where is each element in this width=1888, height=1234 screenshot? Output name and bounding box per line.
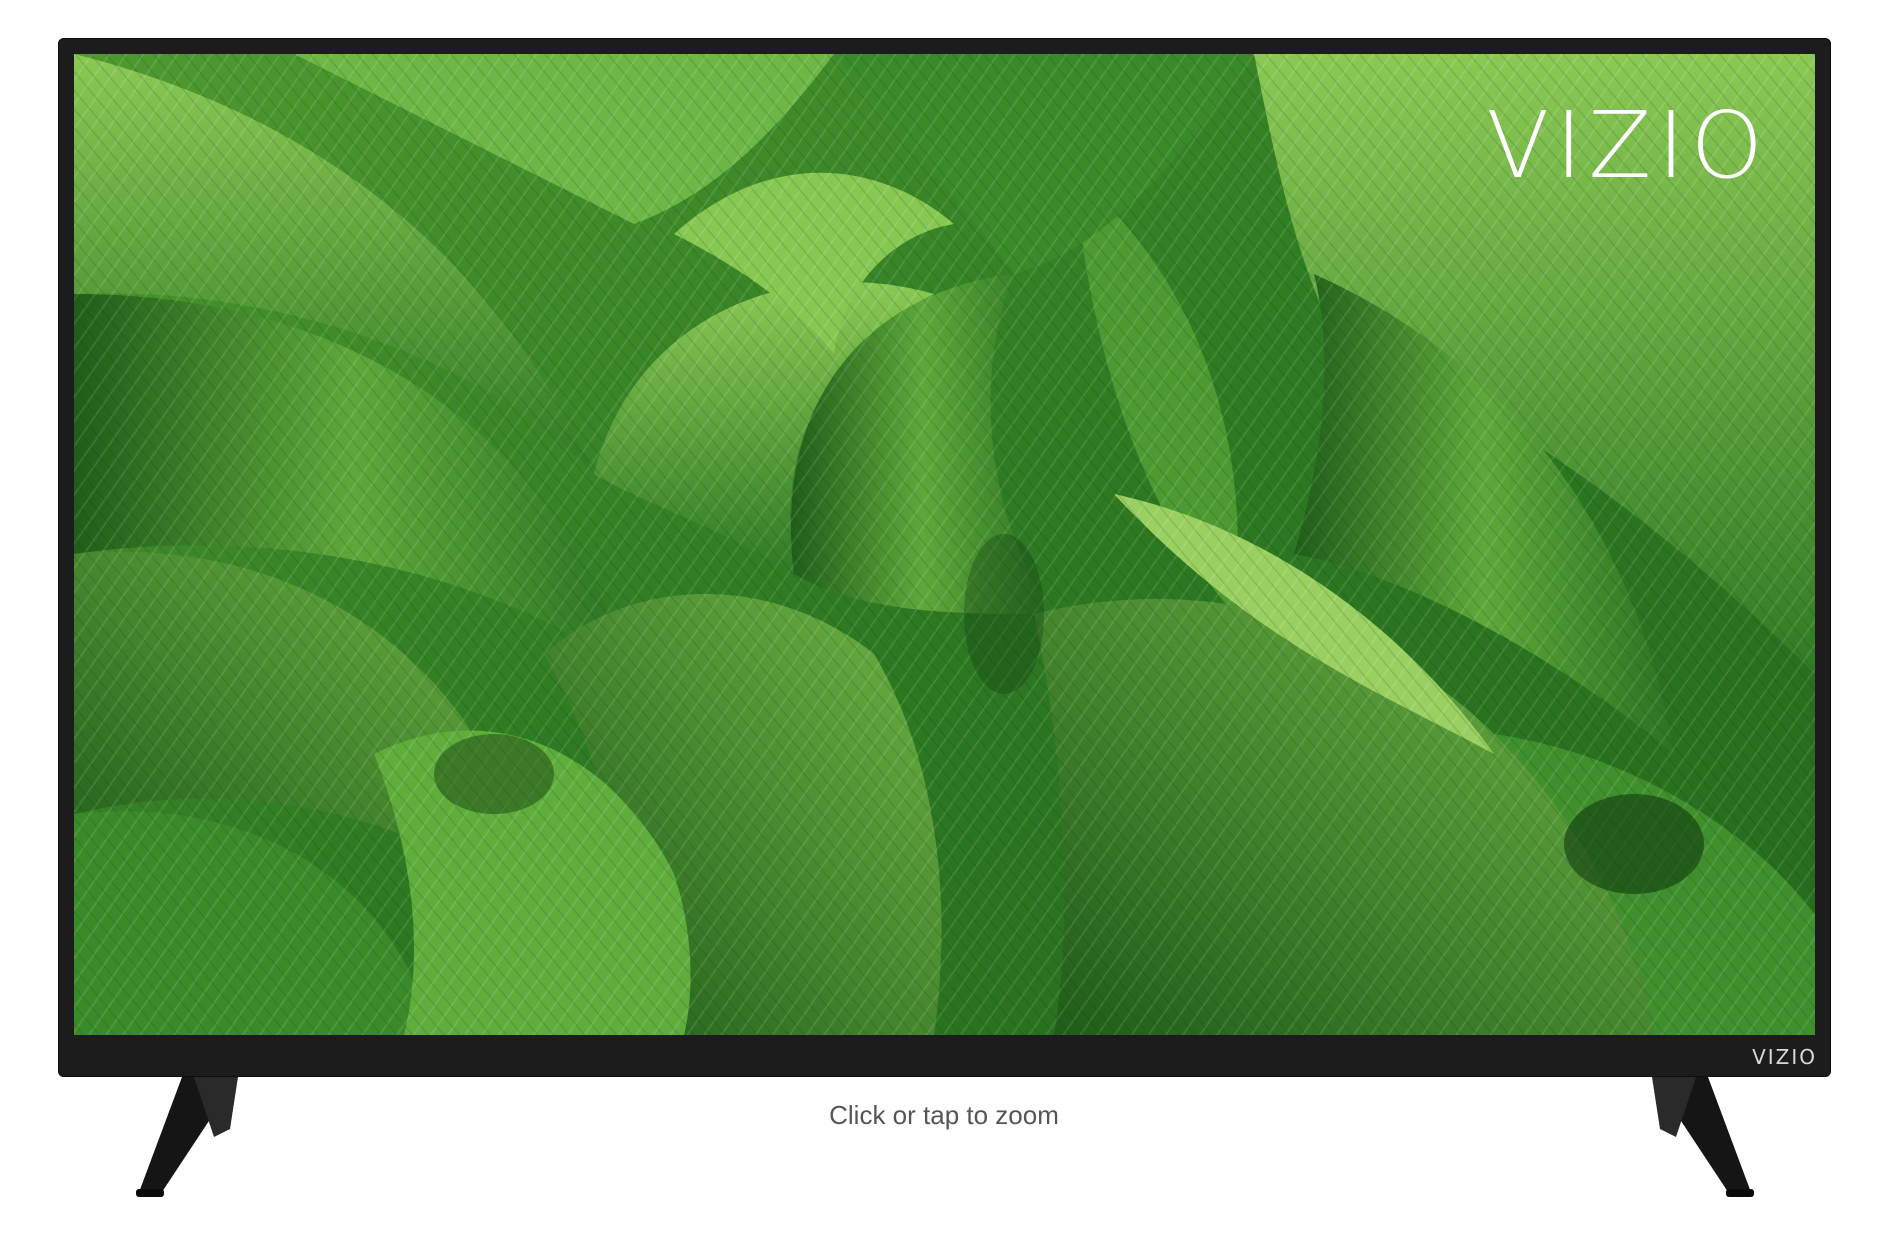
tv-stand-left-foot	[136, 1077, 238, 1197]
green-leaves-wallpaper	[74, 54, 1815, 1035]
bezel-brand-logo: VIZIO	[1752, 1045, 1817, 1069]
tv-bezel: VIZIO VIZIO	[58, 38, 1831, 1077]
product-image-viewer[interactable]: VIZIO VIZIO Click or tap to zoom	[0, 0, 1888, 1234]
zoom-hint-text: Click or tap to zoom	[829, 1100, 1059, 1130]
screen-brand-logo: VIZIO	[1486, 92, 1769, 199]
tv-stand-right-foot	[1652, 1077, 1754, 1197]
tv-screen: VIZIO	[74, 54, 1815, 1035]
